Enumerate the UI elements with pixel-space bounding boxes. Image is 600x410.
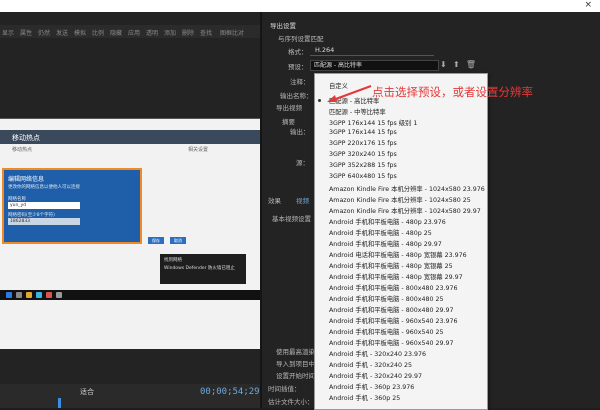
summary-source-label: 源： — [296, 159, 309, 167]
annotation-arrow-icon — [327, 85, 372, 102]
match-sequence-checkbox[interactable]: 与序列设置匹配 — [278, 33, 324, 43]
preset-option[interactable]: Amazon Kindle Fire 本机分辨率 - 1024x580 23.9… — [329, 184, 485, 193]
toolbar-item[interactable]: 删除 — [182, 28, 194, 37]
dialog-text: 更改你的网络信息以便他人可以连接 — [8, 185, 80, 190]
panel-divider[interactable] — [260, 12, 262, 408]
preview-title: 移动热点 — [12, 134, 40, 142]
toolbar-item[interactable]: 隐藏 — [110, 28, 122, 37]
preset-option[interactable]: Android 手机和平板电脑 - 960x540 23.976 — [329, 316, 458, 325]
tab-video[interactable]: 视频 — [296, 195, 309, 205]
preset-option[interactable]: Android 手机和平板电脑 - 480p 29.97 — [329, 239, 442, 248]
preset-option[interactable]: 3GPP 176x144 15 fps 级别 1 — [329, 118, 417, 127]
close-icon[interactable]: × — [584, 0, 592, 10]
preset-option[interactable]: Android 手机和平板电脑 - 800x480 25 — [329, 294, 443, 303]
toolbar-item[interactable]: 图框比对 — [220, 28, 244, 37]
selected-dot-icon — [318, 99, 321, 102]
browser-icon — [36, 292, 42, 298]
toolbar-item[interactable]: 查找 — [200, 28, 212, 37]
import-preset-icon[interactable]: ⬆ — [453, 60, 460, 69]
toolbar-item[interactable]: 模拟 — [74, 28, 86, 37]
network-name-field: yun_yd — [8, 202, 80, 209]
preset-option[interactable]: Android 手机和平板电脑 - 960x540 29.97 — [329, 338, 454, 347]
preset-option[interactable]: Android 手机和平板电脑 - 800x480 23.976 — [329, 283, 458, 292]
format-underline — [310, 55, 434, 56]
settings-icon — [56, 292, 62, 298]
start-icon — [6, 292, 12, 298]
output-name-label: 输出名称： — [280, 92, 313, 100]
folder-icon — [26, 292, 32, 298]
preset-option[interactable]: Amazon Kindle Fire 本机分辨率 - 1024x580 25 — [329, 195, 471, 204]
preset-option[interactable]: 3GPP 352x288 15 fps — [329, 162, 397, 169]
toolbar-item[interactable]: 属性 — [20, 28, 32, 37]
preview-subtitle: 移动热点 — [12, 147, 33, 153]
toolbar-item[interactable]: 显示 — [2, 28, 14, 37]
summary-heading[interactable]: 摘要 — [282, 116, 295, 126]
format-label: 格式： — [288, 48, 308, 56]
export-video-checkbox[interactable]: 导出视频 — [276, 102, 302, 112]
tab-effects[interactable]: 效果 — [268, 195, 281, 205]
preset-option[interactable]: Android 手机 - 360p 23.976 — [329, 382, 414, 391]
preset-option[interactable]: Android 手机 - 320x240 23.976 — [329, 349, 426, 358]
preset-option[interactable]: Android 手机和平板电脑 - 480p 宽银幕 29.97 — [329, 272, 463, 281]
preset-label: 预设： — [288, 63, 308, 71]
preset-option[interactable]: Android 手机 - 360p 25 — [329, 393, 400, 402]
format-select[interactable]: H.264 — [315, 46, 334, 54]
network-password-field: 1862833 — [8, 218, 80, 225]
app-icon — [46, 292, 52, 298]
toolbar-item[interactable]: 应用 — [128, 28, 140, 37]
preset-option[interactable]: 3GPP 220x176 15 fps — [329, 140, 397, 147]
export-settings-heading[interactable]: 导出设置 — [270, 20, 296, 30]
set-start-time-checkbox[interactable]: 设置开始时间 — [276, 370, 315, 380]
summary-output-label: 输出： — [290, 128, 310, 136]
preset-option[interactable]: Android 电话和平板电脑 - 480p 宽银幕 23.976 — [329, 250, 467, 259]
toolbar-item[interactable]: 仍然 — [38, 28, 50, 37]
preset-option[interactable]: Android 手机 - 320x240 25 — [329, 360, 412, 369]
annotation-text: 点击选择预设，或者设置分辨率 — [372, 85, 533, 99]
toolbar-item[interactable]: 添加 — [164, 28, 176, 37]
estimated-size-label: 估计文件大小： — [268, 398, 314, 406]
window-titlebar — [0, 0, 600, 12]
preset-option[interactable]: 3GPP 320x240 15 fps — [329, 151, 397, 158]
preview-side-text: 相关设置 — [188, 147, 209, 153]
preset-option[interactable]: Android 手机和平板电脑 - 480p 25 — [329, 228, 432, 237]
basic-video-settings-heading[interactable]: 基本视频设置 — [272, 213, 311, 223]
preset-option[interactable]: 匹配源 - 中等比特率 — [329, 107, 386, 116]
preset-select[interactable]: 匹配源 - 高比特率 — [310, 60, 439, 71]
preset-option[interactable]: 3GPP 640x480 15 fps — [329, 173, 397, 180]
playhead-marker[interactable] — [58, 398, 61, 408]
toolbar-item[interactable]: 发送 — [56, 28, 68, 37]
toast-title: 找到网络 — [164, 258, 182, 263]
toolbar-item[interactable]: 透明 — [146, 28, 158, 37]
import-project-checkbox[interactable]: 导入到项目中 — [276, 358, 315, 368]
search-icon — [16, 292, 22, 298]
preset-option[interactable]: Android 手机和平板电脑 - 960x540 25 — [329, 327, 443, 336]
time-interpolation-label: 时间插值： — [268, 385, 301, 393]
delete-preset-icon[interactable]: 🗑 — [466, 60, 476, 69]
timecode-display: 00;00;54;29 — [200, 387, 260, 397]
preset-option[interactable]: Android 手机和平板电脑 - 480p 23.976 — [329, 217, 446, 226]
save-preset-icon[interactable]: ⬇ — [440, 60, 447, 69]
preset-actions: ⬇ ⬆ 🗑 — [440, 60, 476, 69]
dialog-title: 编辑网络信息 — [8, 176, 45, 183]
preset-option[interactable]: Android 手机 - 320x240 29.97 — [329, 371, 422, 380]
toast-text: Windows Defender 防火墙已阻止 — [164, 266, 235, 271]
preset-option[interactable]: Android 手机和平板电脑 - 480p 宽银幕 25 — [329, 261, 453, 270]
notification-toast: 找到网络 Windows Defender 防火墙已阻止 — [160, 254, 246, 284]
toolbar-item[interactable]: 比例 — [92, 28, 104, 37]
comment-label: 注释： — [290, 78, 310, 86]
preset-option[interactable]: 3GPP 176x144 15 fps — [329, 129, 397, 136]
dialog-cancel-button: 取消 — [170, 237, 186, 244]
preset-option[interactable]: Amazon Kindle Fire 本机分辨率 - 1024x580 29.9… — [329, 206, 481, 215]
zoom-fit-select[interactable]: 适合 — [80, 387, 94, 397]
preset-option[interactable]: Android 手机和平板电脑 - 800x480 29.97 — [329, 305, 454, 314]
dialog-save-button: 保存 — [148, 237, 164, 244]
